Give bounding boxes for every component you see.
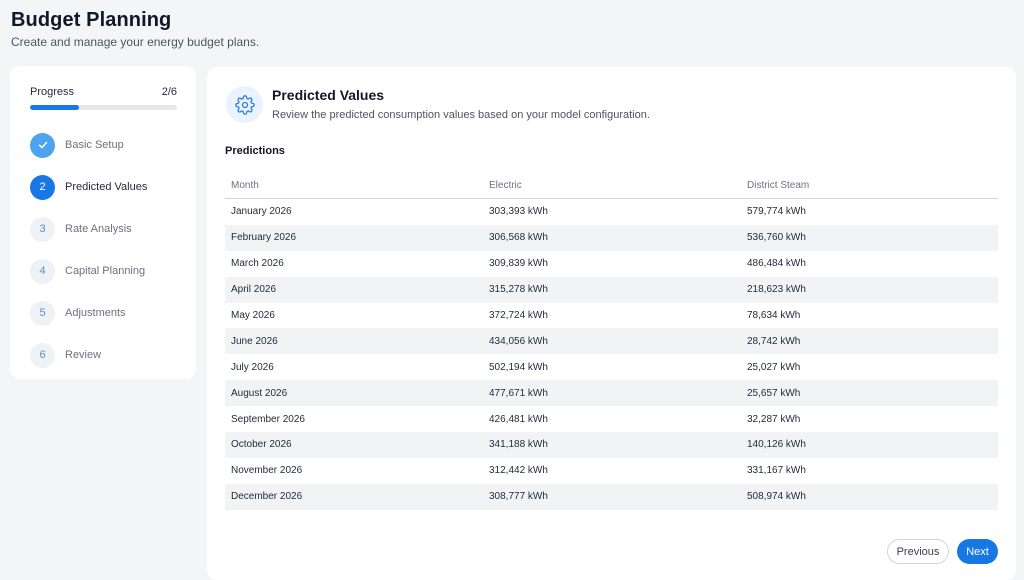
cell-month: May 2026 xyxy=(231,310,275,321)
table-row: April 2026 315,278 kWh 218,623 kWh xyxy=(225,276,998,303)
cell-district-steam: 78,634 kWh xyxy=(747,310,801,321)
cell-electric: 372,724 kWh xyxy=(489,310,548,321)
table-row: February 2026 306,568 kWh 536,760 kWh xyxy=(225,224,998,251)
column-header-district-steam: District Steam xyxy=(747,180,810,191)
card-description: Review the predicted consumption values … xyxy=(272,109,650,121)
cell-month: September 2026 xyxy=(231,413,305,425)
table-row: March 2026 309,839 kWh 486,484 kWh xyxy=(225,251,998,277)
step-list: Basic Setup 2 Predicted Values 3 Rate Analys… xyxy=(30,124,147,376)
step-basic-setup[interactable]: Basic Setup xyxy=(30,124,147,166)
step-label: Review xyxy=(65,349,102,361)
cell-month: April 2026 xyxy=(231,284,277,296)
step-review[interactable]: 6 Review xyxy=(30,334,147,376)
step-number: 2 xyxy=(30,174,55,200)
table-row: January 2026 303,393 kWh 579,774 kWh xyxy=(225,199,998,225)
cell-month: October 2026 xyxy=(231,439,292,451)
cell-month: August 2026 xyxy=(231,387,288,399)
predictions-table: Month Electric District Steam January 20… xyxy=(225,173,998,510)
section-title: Predictions xyxy=(225,145,285,157)
cell-month: March 2026 xyxy=(231,258,284,270)
cell-district-steam: 579,774 kWh xyxy=(747,206,806,218)
step-label: Predicted Values xyxy=(65,181,148,193)
cell-district-steam: 218,623 kWh xyxy=(747,284,806,296)
cell-month: July 2026 xyxy=(231,361,274,373)
table-row: December 2026 308,777 kWh 508,974 kWh xyxy=(225,483,998,510)
cell-electric: 308,777 kWh xyxy=(489,491,548,503)
progress-bar xyxy=(30,105,177,110)
page-subtitle: Create and manage your energy budget pla… xyxy=(11,35,260,49)
column-header-month: Month xyxy=(231,180,259,191)
table-row: September 2026 426,481 kWh 32,287 kWh xyxy=(225,406,998,432)
cell-electric: 306,568 kWh xyxy=(489,232,548,244)
step-label: Adjustments xyxy=(65,307,126,319)
progress-header: Progress 2/6 xyxy=(30,86,177,98)
card-title: Predicted Values xyxy=(272,87,385,103)
page-title: Budget Planning xyxy=(11,9,172,31)
cell-electric: 341,188 kWh xyxy=(489,439,548,451)
cell-district-steam: 32,287 kWh xyxy=(747,413,801,425)
cell-month: December 2026 xyxy=(231,491,303,503)
cell-district-steam: 508,974 kWh xyxy=(747,491,806,503)
table-row: November 2026 312,442 kWh 331,167 kWh xyxy=(225,458,998,484)
cell-electric: 426,481 kWh xyxy=(489,413,548,425)
cell-electric: 303,393 kWh xyxy=(489,206,548,218)
step-number: 3 xyxy=(30,216,55,242)
step-adjustments[interactable]: 5 Adjustments xyxy=(30,292,147,334)
card-header: Predicted Values Review the predicted co… xyxy=(226,86,650,123)
progress-bar-fill xyxy=(30,105,79,110)
step-number: 5 xyxy=(30,300,55,326)
cell-month: June 2026 xyxy=(231,335,278,347)
cell-district-steam: 536,760 kWh xyxy=(747,232,806,244)
step-predicted-values[interactable]: 2 Predicted Values xyxy=(30,166,147,208)
step-label: Rate Analysis xyxy=(65,223,132,235)
cell-district-steam: 331,167 kWh xyxy=(747,465,806,477)
cell-electric: 309,839 kWh xyxy=(489,258,548,270)
page-header: Budget Planning Create and manage your e… xyxy=(11,9,259,49)
cell-district-steam: 25,027 kWh xyxy=(747,361,801,373)
progress-count: 2/6 xyxy=(161,86,177,98)
step-number: 4 xyxy=(30,258,55,284)
table-row: August 2026 477,671 kWh 25,657 kWh xyxy=(225,380,998,407)
table-row: May 2026 372,724 kWh 78,634 kWh xyxy=(225,303,998,329)
gear-icon xyxy=(226,86,263,123)
predicted-values-card: Predicted Values Review the predicted co… xyxy=(207,67,1016,580)
table-header: Month Electric District Steam xyxy=(225,173,998,199)
progress-sidebar: Progress 2/6 Basic Setup 2 Predicted Value… xyxy=(10,66,196,379)
cell-electric: 315,278 kWh xyxy=(489,284,548,296)
table-row: July 2026 502,194 kWh 25,027 kWh xyxy=(225,354,998,380)
cell-district-steam: 28,742 kWh xyxy=(747,335,801,347)
cell-district-steam: 486,484 kWh xyxy=(747,258,806,270)
previous-button[interactable]: Previous xyxy=(887,539,949,564)
step-label: Basic Setup xyxy=(65,139,124,151)
step-number: 6 xyxy=(30,342,55,368)
cell-electric: 434,056 kWh xyxy=(489,335,548,347)
progress-label: Progress xyxy=(30,86,75,98)
table-body: January 2026 303,393 kWh 579,774 kWh Februa… xyxy=(225,199,998,510)
table-row: June 2026 434,056 kWh 28,742 kWh xyxy=(225,328,998,355)
table-row: October 2026 341,188 kWh 140,126 kWh xyxy=(225,432,998,458)
cell-month: November 2026 xyxy=(231,465,303,477)
cell-district-steam: 140,126 kWh xyxy=(747,439,806,451)
step-rate-analysis[interactable]: 3 Rate Analysis xyxy=(30,208,147,250)
step-capital-planning[interactable]: 4 Capital Planning xyxy=(30,250,147,292)
checkmark-icon xyxy=(30,132,55,158)
cell-month: January 2026 xyxy=(231,206,292,218)
cell-electric: 477,671 kWh xyxy=(489,387,548,399)
cell-district-steam: 25,657 kWh xyxy=(747,387,801,399)
step-label: Capital Planning xyxy=(65,265,146,277)
cell-electric: 502,194 kWh xyxy=(489,361,548,373)
cell-electric: 312,442 kWh xyxy=(489,465,548,477)
next-button[interactable]: Next xyxy=(957,539,998,564)
cell-month: February 2026 xyxy=(231,232,297,244)
column-header-electric: Electric xyxy=(489,180,522,191)
